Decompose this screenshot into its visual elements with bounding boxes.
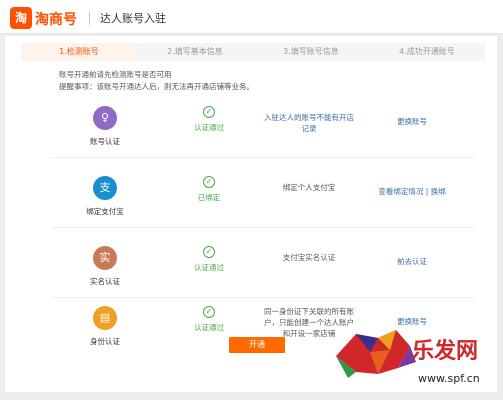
row-label: 账号认证	[90, 137, 120, 146]
id-card-icon: ▤	[93, 306, 117, 330]
status-text: 认证通过	[194, 323, 224, 332]
open-account-button[interactable]: 开通	[229, 337, 285, 353]
check-row-account: ♀ 账号认证 ✓ 认证通过 入驻达人的账号不能有开店记录 更换账号	[51, 100, 475, 158]
step-progress: 1.检测账号 2.填写基本信息 3.填写账号信息 4.成功开通账号	[21, 43, 485, 61]
step-basic-info: 2.填写基本信息	[137, 43, 253, 61]
status-text: 已绑定	[197, 193, 221, 202]
id-verify-icon: 实	[93, 246, 117, 270]
view-binding-link[interactable]: 查看绑定情况 | 换绑	[367, 186, 457, 197]
check-icon: ✓	[203, 176, 215, 188]
check-icon: ✓	[203, 106, 215, 118]
status-text: 认证通过	[194, 263, 224, 272]
watermark-brand: 乐发网	[412, 338, 478, 364]
bull-logo-icon	[336, 330, 416, 378]
user-icon: ♀	[93, 106, 117, 130]
status-text: 认证通过	[194, 123, 224, 132]
watermark-url: www.spf.cn	[418, 372, 480, 385]
change-account-link[interactable]: 更换账号	[367, 116, 457, 127]
check-icon: ✓	[203, 246, 215, 258]
row-description: 绑定个人支付宝	[282, 183, 336, 192]
step-success: 4.成功开通账号	[369, 43, 485, 61]
top-bar: 淘 淘商号 达人账号入驻	[0, 0, 503, 34]
go-verify-link[interactable]: 前去认证	[367, 256, 457, 267]
row-label: 身份认证	[90, 337, 120, 346]
row-description: 入驻达人的账号不能有开店记录	[264, 113, 354, 133]
row-description: 支付宝实名认证	[282, 253, 336, 262]
logo-text: 淘商号	[35, 12, 77, 28]
page-title: 达人账号入驻	[100, 12, 166, 25]
check-row-realname: 实 实名认证 ✓ 认证通过 支付宝实名认证 前去认证	[51, 240, 475, 298]
check-row-alipay: 支 绑定支付宝 ✓ 已绑定 绑定个人支付宝 查看绑定情况 | 换绑	[51, 170, 475, 228]
step-check-account: 1.检测账号	[21, 43, 137, 61]
intro-line: 提醒事项：该账号开通达人后，则无法再开通店铺等业务。	[59, 82, 254, 91]
taobao-logo-icon: 淘	[10, 7, 32, 29]
row-label: 绑定支付宝	[86, 207, 124, 216]
divider	[89, 11, 90, 25]
check-icon: ✓	[203, 306, 215, 318]
step-account-info: 3.填写账号信息	[253, 43, 369, 61]
intro-line: 账号开通前请先检测账号是否可用	[59, 70, 172, 79]
row-label: 实名认证	[90, 277, 120, 286]
spf-watermark-logo: 乐发网 www.spf.cn	[336, 330, 480, 385]
intro-text: 账号开通前请先检测账号是否可用 提醒事项：该账号开通达人后，则无法再开通店铺等业…	[59, 69, 254, 93]
alipay-icon: 支	[93, 176, 117, 200]
